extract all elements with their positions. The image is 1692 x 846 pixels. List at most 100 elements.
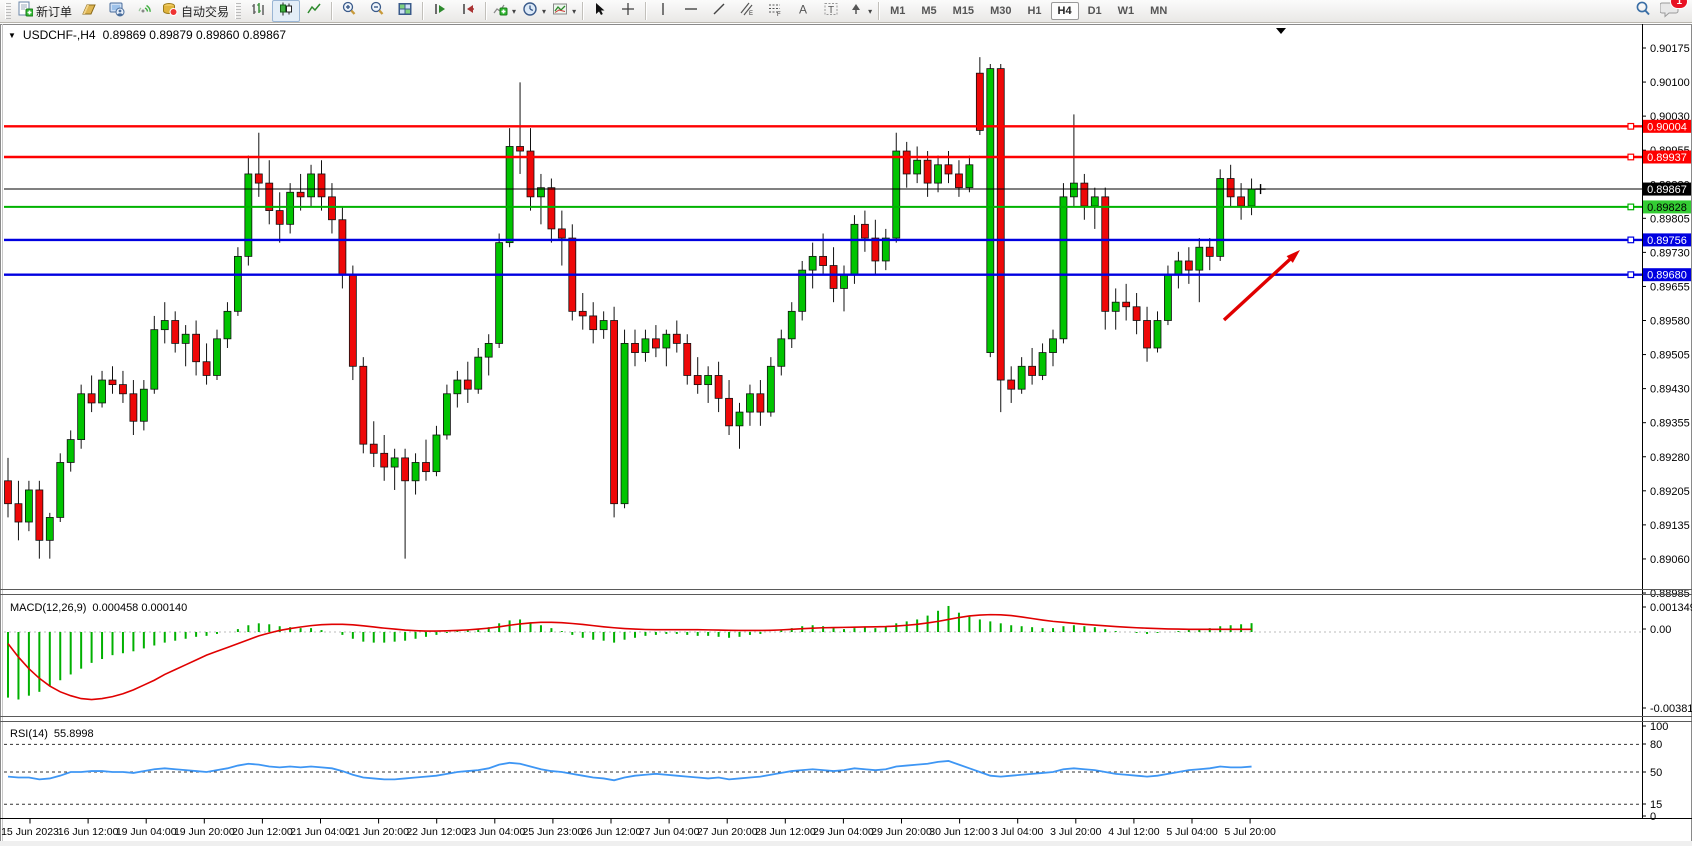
line-handle [1628, 124, 1634, 130]
timeframe-mn-button[interactable]: MN [1143, 2, 1174, 20]
vertical-line-button[interactable] [649, 0, 677, 22]
timeframe-h4-button[interactable]: H4 [1051, 2, 1079, 20]
horizontal-line-button[interactable] [677, 0, 705, 22]
svg-text:0.001349: 0.001349 [1650, 602, 1692, 614]
svg-text:0.89135: 0.89135 [1650, 520, 1690, 532]
new-order-button[interactable]: 新订单 [14, 0, 75, 22]
chat-button[interactable]: 1 [1660, 0, 1680, 23]
zoom-in-button[interactable] [335, 0, 363, 22]
zoom-in-icon [341, 1, 357, 22]
arrows-button[interactable]: ▾ [845, 0, 875, 22]
tile-windows-button[interactable] [391, 0, 419, 22]
svg-text:0.89680: 0.89680 [1647, 270, 1687, 282]
line-chart-button[interactable] [300, 0, 328, 22]
cursor-button[interactable] [586, 0, 614, 22]
svg-text:21 Jun 04:00: 21 Jun 04:00 [290, 826, 351, 838]
svg-text:0.89805: 0.89805 [1650, 213, 1690, 225]
candlestick-chart-button[interactable] [272, 0, 300, 22]
vertical-line-icon [655, 1, 671, 22]
shift-chart-button[interactable] [454, 0, 482, 22]
svg-text:T: T [828, 5, 834, 16]
svg-text:19 Jun 04:00: 19 Jun 04:00 [116, 826, 177, 838]
templates-icon [552, 1, 568, 22]
svg-text:15 Jun 2023: 15 Jun 2023 [1, 826, 59, 838]
svg-text:27 Jun 04:00: 27 Jun 04:00 [639, 826, 700, 838]
zoom-out-button[interactable] [363, 0, 391, 22]
svg-text:-0.00381: -0.00381 [1650, 703, 1692, 715]
svg-text:23 Jun 04:00: 23 Jun 04:00 [464, 826, 525, 838]
timeframe-m30-button[interactable]: M30 [983, 2, 1018, 20]
toolbar-grip [5, 3, 11, 19]
signal-icon [137, 1, 153, 22]
equidistant-channel-button[interactable]: E [733, 0, 761, 22]
line-handle [1628, 154, 1634, 160]
fibonacci-button[interactable]: F [761, 0, 789, 22]
signal-button[interactable] [131, 0, 159, 22]
periods-button[interactable]: ▾ [519, 0, 549, 22]
svg-text:29 Jun 04:00: 29 Jun 04:00 [813, 826, 874, 838]
timeframe-group: M1M5M15M30H1H4D1W1MN [882, 2, 1175, 20]
rsi-name: RSI(14) [10, 728, 48, 740]
crosshair-button[interactable] [614, 0, 642, 22]
trendline-icon [711, 1, 727, 22]
toolbar-separator [485, 2, 486, 20]
macd-indicator-label: MACD(12,26,9)0.000458 0.000140 [10, 602, 187, 614]
market-watch-icon [109, 1, 125, 22]
svg-text:0.89205: 0.89205 [1650, 486, 1690, 498]
timeframe-m15-button[interactable]: M15 [946, 2, 981, 20]
trendline-button[interactable] [705, 0, 733, 22]
chart-symbol-period: USDCHF-,H4 [23, 28, 96, 42]
auto-scroll-button[interactable] [426, 0, 454, 22]
svg-text:A: A [799, 2, 807, 16]
svg-text:3 Jul 20:00: 3 Jul 20:00 [1050, 826, 1102, 838]
line-handle [1628, 204, 1634, 210]
profile-button[interactable] [75, 0, 103, 22]
templates-button[interactable]: ▾ [549, 0, 579, 22]
svg-text:29 Jun 20:00: 29 Jun 20:00 [871, 826, 932, 838]
bar-chart-icon [250, 1, 266, 22]
svg-text:20 Jun 12:00: 20 Jun 12:00 [232, 826, 293, 838]
bar-chart-button[interactable] [244, 0, 272, 22]
chart-canvas[interactable]: 0.901750.901000.900300.899550.898800.898… [0, 24, 1692, 846]
chart-dropdown-icon[interactable]: ▼ [8, 31, 16, 40]
svg-text:21 Jun 20:00: 21 Jun 20:00 [348, 826, 409, 838]
text-button[interactable]: A [789, 0, 817, 22]
toolbar-separator [582, 2, 583, 20]
svg-text:3 Jul 04:00: 3 Jul 04:00 [992, 826, 1044, 838]
indicators-button[interactable]: ▾ [489, 0, 519, 22]
svg-text:F: F [777, 12, 781, 17]
market-watch-button[interactable] [103, 0, 131, 22]
search-icon[interactable] [1634, 0, 1652, 23]
chevron-down-icon: ▾ [542, 7, 546, 16]
auto-trading-button[interactable]: 自动交易 [159, 0, 232, 22]
arrows-icon [848, 1, 864, 22]
timeframe-h1-button[interactable]: H1 [1020, 2, 1048, 20]
svg-text:25 Jun 23:00: 25 Jun 23:00 [523, 826, 584, 838]
text-label-icon: T [823, 1, 839, 22]
svg-text:0.00: 0.00 [1650, 624, 1671, 636]
svg-text:0.89730: 0.89730 [1650, 247, 1690, 259]
svg-text:0.89655: 0.89655 [1650, 281, 1690, 293]
auto-scroll-icon [432, 1, 448, 22]
svg-text:15: 15 [1650, 799, 1662, 811]
toolbar-separator [422, 2, 423, 20]
timeframe-m1-button[interactable]: M1 [883, 2, 912, 20]
timeframe-w1-button[interactable]: W1 [1111, 2, 1142, 20]
text-label-button[interactable]: T [817, 0, 845, 22]
text-icon: A [795, 1, 811, 22]
toolbar-grip [235, 3, 241, 19]
chart-quote: 0.89869 0.89879 0.89860 0.89867 [103, 28, 287, 42]
line-handle [1628, 237, 1634, 243]
tile-windows-icon [397, 1, 413, 22]
crosshair-icon [620, 1, 636, 22]
svg-text:27 Jun 20:00: 27 Jun 20:00 [697, 826, 758, 838]
timeframe-d1-button[interactable]: D1 [1081, 2, 1109, 20]
chevron-down-icon: ▾ [512, 7, 516, 16]
svg-text:0.89867: 0.89867 [1647, 184, 1687, 196]
timeframe-m5-button[interactable]: M5 [914, 2, 943, 20]
svg-text:16 Jun 12:00: 16 Jun 12:00 [58, 826, 119, 838]
svg-text:26 Jun 12:00: 26 Jun 12:00 [581, 826, 642, 838]
svg-text:5 Jul 20:00: 5 Jul 20:00 [1224, 826, 1276, 838]
toolbar-separator [331, 2, 332, 20]
auto-trading-label: 自动交易 [181, 3, 229, 20]
